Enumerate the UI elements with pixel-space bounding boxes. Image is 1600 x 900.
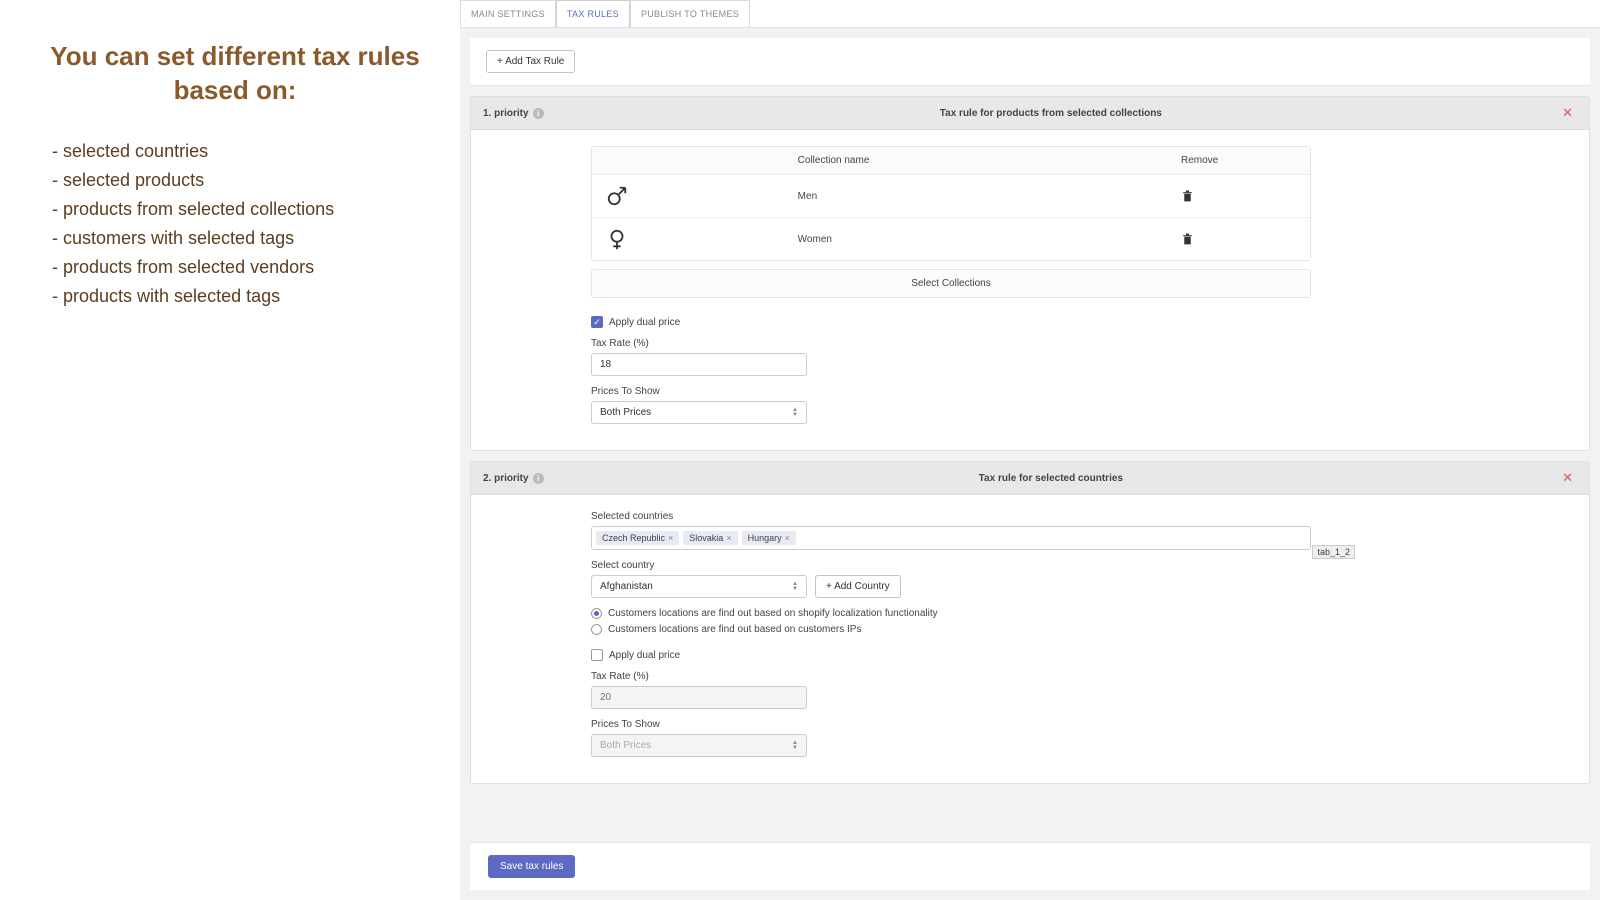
add-tax-rule-button[interactable]: + Add Tax Rule [486, 50, 575, 73]
table-row: Men [592, 175, 1310, 218]
save-tax-rules-button[interactable]: Save tax rules [488, 855, 575, 878]
rule-title: Tax rule for selected countries [544, 473, 1559, 484]
location-ip-radio[interactable] [591, 624, 602, 635]
tab-tax-rules[interactable]: TAX RULES [556, 0, 630, 27]
left-item: customers with selected tags [52, 225, 440, 252]
prices-select[interactable]: Both Prices ▲▼ [591, 401, 807, 424]
select-collections-button[interactable]: Select Collections [591, 269, 1311, 298]
tax-rate-input[interactable] [591, 686, 807, 709]
priority-label: 1. priority [483, 108, 529, 119]
selected-countries-box[interactable]: Czech Republic× Slovakia× Hungary× tab_1… [591, 526, 1311, 550]
male-icon [606, 185, 798, 207]
info-icon[interactable]: i [533, 473, 544, 484]
left-panel: You can set different tax rules based on… [0, 0, 460, 900]
left-item: selected products [52, 167, 440, 194]
row-name: Men [798, 191, 1181, 202]
tag-remove-icon[interactable]: × [785, 533, 790, 543]
row-name: Women [798, 234, 1181, 245]
chevron-icon: ▲▼ [792, 582, 798, 592]
tabs: MAIN SETTINGS TAX RULES PUBLISH TO THEME… [460, 0, 1600, 28]
close-icon[interactable]: ✕ [1558, 470, 1577, 486]
prices-label: Prices To Show [591, 386, 1573, 397]
rule-header: 2. priority i Tax rule for selected coun… [471, 462, 1589, 495]
tax-rate-label: Tax Rate (%) [591, 671, 1573, 682]
info-icon[interactable]: i [533, 108, 544, 119]
radio-label: Customers locations are find out based o… [608, 608, 938, 619]
content: 1. priority i Tax rule for products from… [460, 86, 1600, 842]
chevron-icon: ▲▼ [792, 408, 798, 418]
tab-main-settings[interactable]: MAIN SETTINGS [460, 0, 556, 27]
trash-icon[interactable] [1181, 189, 1296, 204]
col-remove-header: Remove [1181, 155, 1296, 166]
country-tag: Hungary× [742, 531, 796, 545]
apply-dual-price-checkbox[interactable] [591, 649, 603, 661]
rule-title: Tax rule for products from selected coll… [544, 108, 1559, 119]
prices-label: Prices To Show [591, 719, 1573, 730]
prices-select[interactable]: Both Prices ▲▼ [591, 734, 807, 757]
country-tag: Slovakia× [683, 531, 737, 545]
tax-rate-label: Tax Rate (%) [591, 338, 1573, 349]
left-item: products from selected vendors [52, 254, 440, 281]
left-item: products from selected collections [52, 196, 440, 223]
priority-label: 2. priority [483, 473, 529, 484]
add-country-button[interactable]: + Add Country [815, 575, 901, 598]
select-country-label: Select country [591, 560, 807, 571]
right-panel: MAIN SETTINGS TAX RULES PUBLISH TO THEME… [460, 0, 1600, 900]
table-row: Women [592, 218, 1310, 260]
toolbar: + Add Tax Rule [470, 38, 1590, 86]
trash-icon[interactable] [1181, 232, 1296, 247]
female-icon [606, 228, 798, 250]
rule-header: 1. priority i Tax rule for products from… [471, 97, 1589, 130]
close-icon[interactable]: ✕ [1558, 105, 1577, 121]
location-shopify-radio[interactable] [591, 608, 602, 619]
country-select[interactable]: Afghanistan ▲▼ [591, 575, 807, 598]
col-name-header: Collection name [798, 155, 1181, 166]
radio-label: Customers locations are find out based o… [608, 624, 861, 635]
left-list: selected countries selected products pro… [30, 138, 440, 310]
chevron-icon: ▲▼ [792, 741, 798, 751]
tag-remove-icon[interactable]: × [726, 533, 731, 543]
country-tag: Czech Republic× [596, 531, 679, 545]
tab-publish[interactable]: PUBLISH TO THEMES [630, 0, 750, 27]
left-item: selected countries [52, 138, 440, 165]
footer: Save tax rules [470, 842, 1590, 890]
apply-dual-label: Apply dual price [609, 317, 680, 328]
tooltip: tab_1_2 [1312, 545, 1355, 559]
apply-dual-price-checkbox[interactable] [591, 316, 603, 328]
left-item: products with selected tags [52, 283, 440, 310]
tax-rate-input[interactable] [591, 353, 807, 376]
rule-card-2: 2. priority i Tax rule for selected coun… [470, 461, 1590, 784]
left-title: You can set different tax rules based on… [30, 40, 440, 108]
tag-remove-icon[interactable]: × [668, 533, 673, 543]
collections-table: Collection name Remove Men [591, 146, 1311, 261]
rule-card-1: 1. priority i Tax rule for products from… [470, 96, 1590, 451]
selected-countries-label: Selected countries [591, 511, 1573, 522]
apply-dual-label: Apply dual price [609, 650, 680, 661]
